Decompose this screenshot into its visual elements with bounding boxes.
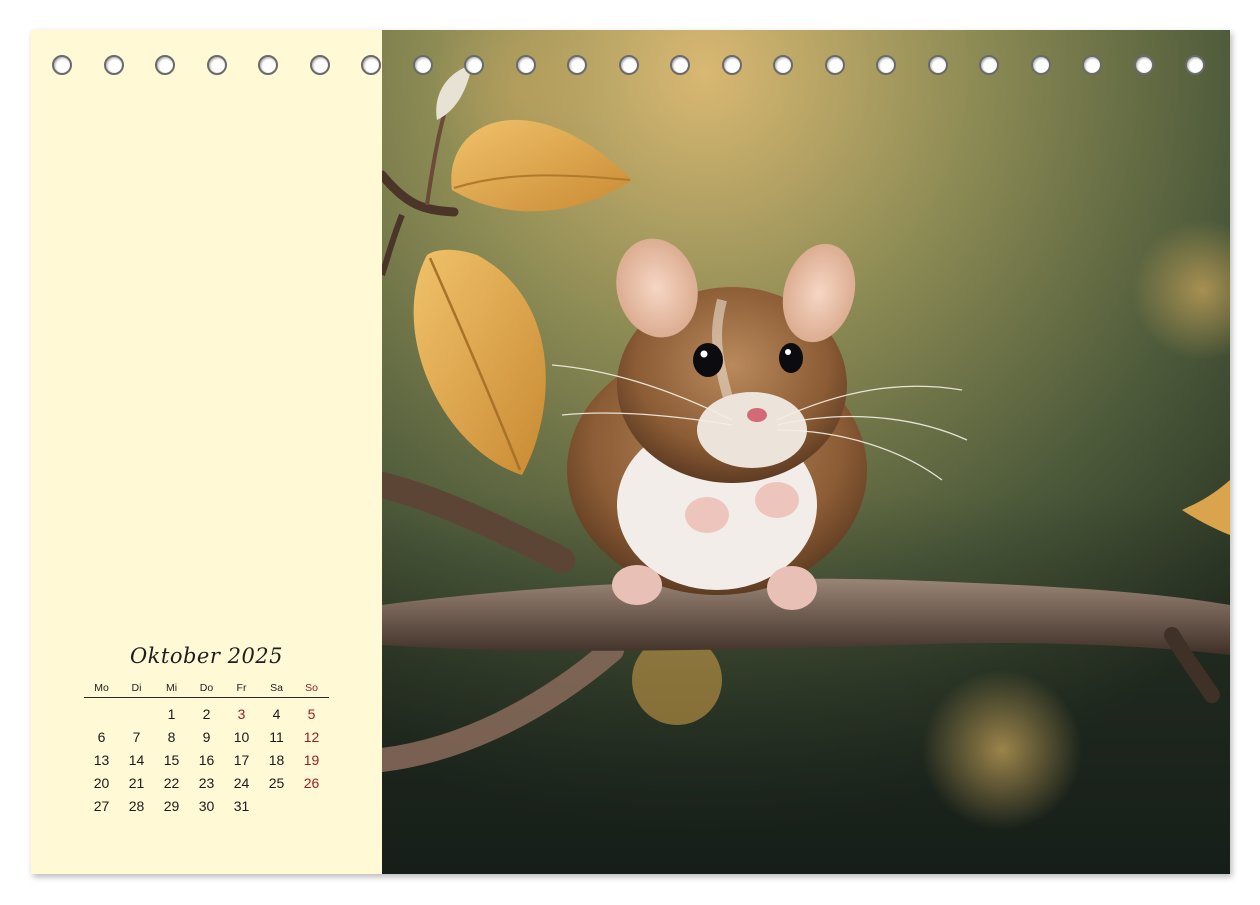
day-cell: 21 — [128, 775, 145, 791]
day-cell: 23 — [198, 775, 215, 791]
day-cell: 9 — [202, 729, 211, 745]
day-cell: 10 — [233, 729, 250, 745]
month-grid: Mo Di Mi Do Fr Sa So 1 2 3 4 5 6 7 8 9 10 11 12 13 14 15 16 17… — [84, 682, 329, 816]
binding-hole — [1082, 55, 1102, 75]
day-cell: 18 — [268, 752, 285, 768]
day-cell: 17 — [233, 752, 250, 768]
day-cell: 12 — [303, 729, 320, 745]
day-cell: 6 — [97, 729, 106, 745]
month-title: Oktober 2025 — [129, 644, 284, 668]
day-cell: 2 — [202, 706, 211, 722]
day-cell: 5 — [307, 706, 316, 722]
weekday-mo: Mo — [94, 682, 109, 694]
binding-hole — [155, 55, 175, 75]
day-grid: 1 2 3 4 5 6 7 8 9 10 11 12 13 14 15 16 17 18 19 20 21 22 23 24 2… — [84, 704, 329, 816]
day-cell: 13 — [93, 752, 110, 768]
day-cell: 22 — [163, 775, 180, 791]
day-cell: 8 — [167, 729, 176, 745]
day-cell: 27 — [93, 798, 110, 814]
day-cell: 31 — [233, 798, 250, 814]
calendar-panel: Oktober 2025 Mo Di Mi Do Fr Sa So 1 2 3 4 5 6 7 8 9 10 1… — [31, 30, 382, 874]
binding-hole — [103, 55, 124, 75]
binding-hole — [258, 55, 278, 75]
day-cell: 20 — [93, 775, 110, 791]
binding-hole — [618, 55, 639, 75]
spiral-binding — [31, 55, 1230, 79]
day-cell: 1 — [167, 706, 176, 722]
day-cell: 3 — [237, 706, 246, 722]
day-cell: 24 — [233, 775, 250, 791]
binding-hole — [670, 55, 690, 75]
binding-hole — [773, 55, 793, 75]
empty-day-cell — [294, 796, 329, 816]
day-cell: 19 — [303, 752, 320, 768]
day-cell: 4 — [272, 706, 281, 722]
empty-day-cell — [119, 704, 154, 724]
binding-hole — [567, 55, 587, 75]
binding-hole — [515, 55, 536, 75]
day-cell: 28 — [128, 798, 145, 814]
binding-hole — [824, 55, 845, 75]
mouse-photo — [382, 30, 1230, 874]
binding-hole — [464, 55, 484, 75]
binding-hole — [412, 55, 433, 75]
weekday-header-row: Mo Di Mi Do Fr Sa So — [84, 682, 329, 698]
day-cell: 7 — [132, 729, 141, 745]
binding-hole — [979, 55, 999, 75]
day-cell: 16 — [198, 752, 215, 768]
weekday-di: Di — [131, 682, 142, 694]
binding-hole — [927, 55, 948, 75]
day-cell: 30 — [198, 798, 215, 814]
day-cell: 26 — [303, 775, 320, 791]
day-cell: 15 — [163, 752, 180, 768]
weekday-mi: Mi — [165, 682, 178, 694]
binding-hole — [721, 55, 742, 75]
weekday-so: So — [305, 682, 318, 694]
binding-hole — [876, 55, 896, 75]
binding-hole — [1185, 55, 1205, 75]
binding-hole — [1133, 55, 1154, 75]
weekday-do: Do — [199, 682, 214, 694]
empty-day-cell — [259, 796, 294, 816]
weekday-fr: Fr — [236, 682, 247, 694]
empty-day-cell — [84, 704, 119, 724]
weekday-sa: Sa — [270, 682, 283, 694]
day-cell: 14 — [128, 752, 145, 768]
calendar-page: Oktober 2025 Mo Di Mi Do Fr Sa So 1 2 3 4 5 6 7 8 9 10 1… — [31, 30, 1230, 874]
binding-hole — [52, 55, 72, 75]
day-cell: 29 — [163, 798, 180, 814]
binding-hole — [309, 55, 330, 75]
day-cell: 11 — [269, 729, 284, 745]
binding-hole — [206, 55, 227, 75]
day-cell: 25 — [268, 775, 285, 791]
binding-hole — [361, 55, 381, 75]
binding-hole — [1030, 55, 1051, 75]
